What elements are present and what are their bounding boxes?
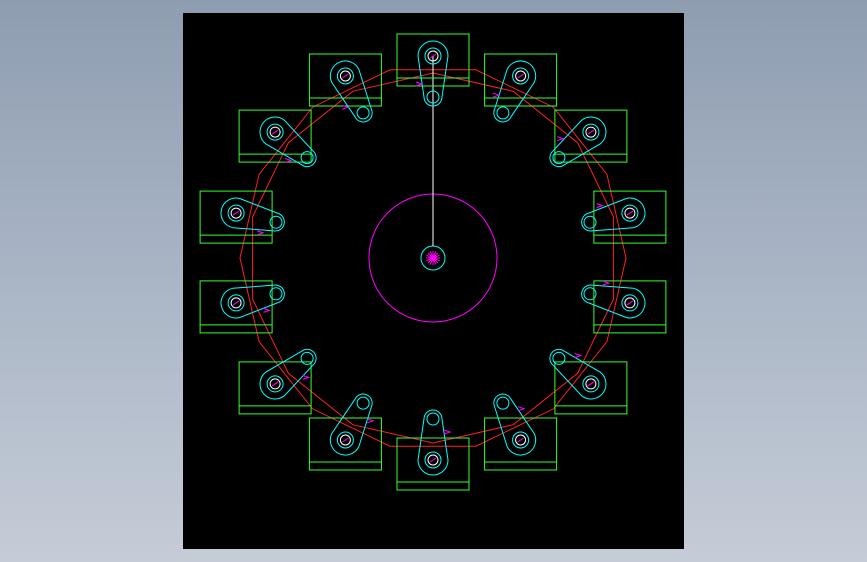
center-mark-icon: [426, 251, 440, 265]
link-center-mark-icon: [232, 210, 240, 216]
link-assembly: [581, 280, 667, 334]
direction-marker-icon: [517, 406, 526, 412]
link-center-mark-icon: [429, 457, 437, 463]
link-assembly: [199, 280, 285, 334]
link-assembly: [549, 348, 628, 415]
cad-window: { "colors": { "background_top": "#8f9db1…: [0, 0, 867, 562]
direction-marker-icon: [257, 230, 265, 236]
link-assembly: [238, 348, 317, 415]
slot-link: [259, 348, 317, 400]
cad-viewport[interactable]: [183, 13, 684, 549]
slot-link: [549, 116, 607, 168]
link-assembly: [484, 393, 558, 471]
link-center-mark-icon: [517, 73, 524, 79]
direction-marker-icon: [574, 353, 583, 358]
link-center-mark-icon: [271, 129, 279, 135]
link-center-mark-icon: [626, 210, 634, 216]
link-assembly: [549, 109, 628, 168]
link-bottom-hole-icon: [496, 106, 510, 120]
link-assembly: [308, 53, 382, 123]
link-center-mark-icon: [517, 437, 524, 443]
link-center-mark-icon: [626, 300, 634, 306]
link-bottom-hole-icon: [426, 412, 440, 426]
link-center-mark-icon: [342, 73, 349, 79]
link-center-mark-icon: [587, 381, 595, 387]
direction-marker-icon: [302, 374, 311, 380]
link-assembly: [199, 190, 285, 244]
link-assembly: [238, 109, 317, 168]
link-bottom-hole-icon: [496, 396, 510, 410]
direction-marker-icon: [596, 203, 605, 209]
link-center-mark-icon: [342, 437, 349, 443]
direction-marker-icon: [366, 418, 375, 424]
link-assembly: [581, 190, 667, 244]
link-center-mark-icon: [587, 129, 595, 135]
link-bottom-hole-icon: [552, 351, 566, 365]
link-assembly: [308, 393, 382, 471]
direction-marker-icon: [602, 280, 611, 286]
link-bottom-hole-icon: [356, 106, 370, 120]
crank-group: [368, 56, 498, 323]
direction-marker-icon: [263, 307, 272, 313]
direction-marker-icon: [415, 81, 424, 87]
link-assembly: [396, 409, 470, 491]
cad-drawing: [199, 33, 667, 491]
direction-marker-icon: [492, 92, 501, 98]
direction-marker-icon: [443, 429, 452, 435]
link-bottom-hole-icon: [356, 396, 370, 410]
direction-marker-icon: [557, 136, 565, 142]
link-assembly: [484, 53, 558, 123]
link-center-mark-icon: [232, 300, 240, 306]
link-bottom-hole-icon: [300, 351, 314, 365]
link-center-mark-icon: [271, 381, 279, 387]
